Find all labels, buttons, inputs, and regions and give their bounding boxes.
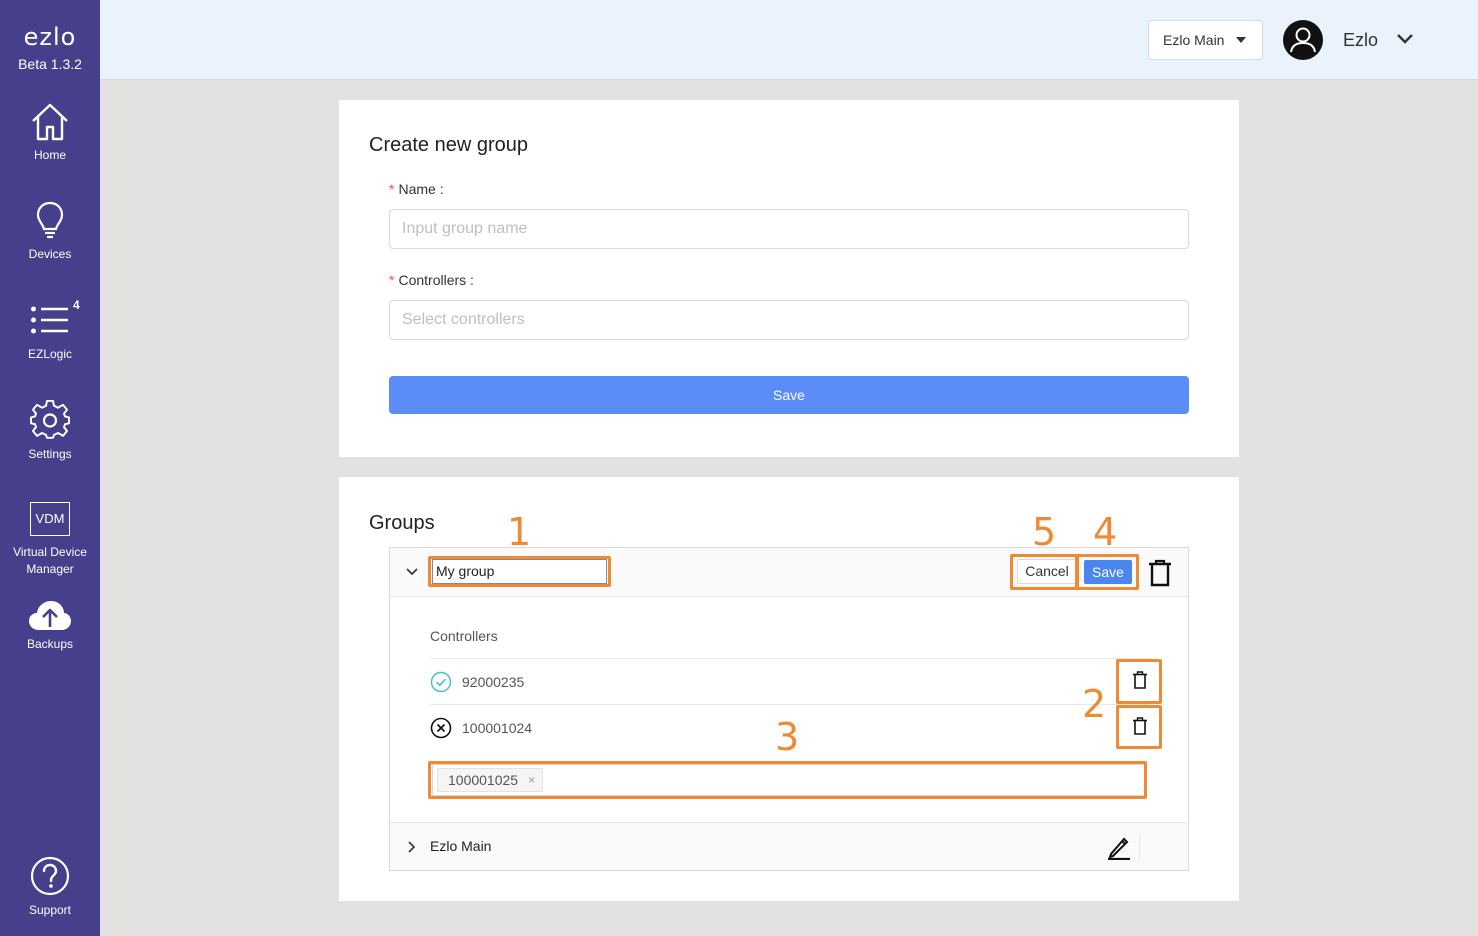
sidebar-item-label: Backups xyxy=(26,637,74,651)
user-name[interactable]: Ezlo xyxy=(1343,30,1378,51)
sidebar-item-label: Settings xyxy=(28,447,72,461)
group-name: Ezlo Main xyxy=(430,838,492,854)
close-circle-icon xyxy=(430,717,452,739)
controller-id: 92000235 xyxy=(462,674,525,690)
controller-select-value: Ezlo Main xyxy=(1163,32,1225,48)
gear-icon xyxy=(30,400,70,439)
controllers-select[interactable]: Select controllers xyxy=(389,300,1189,340)
sidebar-item-backups[interactable]: Backups xyxy=(0,600,100,653)
sidebar-item-label: EZLogic xyxy=(27,347,73,361)
logo: ezlo Beta 1.3.2 xyxy=(0,22,100,72)
user-icon xyxy=(1290,27,1316,53)
sidebar-item-label: Virtual Device Manager xyxy=(13,545,87,576)
chevron-down-icon[interactable] xyxy=(1396,30,1414,50)
row-divider xyxy=(1139,835,1140,859)
edit-icon[interactable] xyxy=(1106,834,1132,860)
annotation-number-1: 1 xyxy=(507,510,532,554)
controllers-section-label: Controllers xyxy=(430,628,498,644)
ezlo-logo: ezlo xyxy=(23,23,77,51)
app-version: Beta 1.3.2 xyxy=(18,56,82,72)
group-name-input[interactable]: Input group name xyxy=(389,209,1189,249)
top-header: Ezlo Main Ezlo xyxy=(100,0,1478,80)
caret-down-icon xyxy=(1236,37,1246,43)
annotation-box-5 xyxy=(1010,554,1078,590)
create-group-title: Create new group xyxy=(369,134,528,156)
groups-title: Groups xyxy=(369,512,435,534)
annotation-box-3 xyxy=(428,761,1147,799)
vdm-icon: VDM xyxy=(30,502,70,536)
name-label: * Name : xyxy=(389,181,444,197)
annotation-box-1 xyxy=(428,556,611,587)
trash-icon[interactable] xyxy=(1147,559,1173,587)
list-icon xyxy=(31,306,68,334)
ezlogic-badge: 4 xyxy=(73,298,80,312)
sidebar-item-label: Devices xyxy=(28,247,72,261)
sidebar-item-vdm[interactable]: VDM Virtual Device Manager xyxy=(0,502,100,578)
controller-select[interactable]: Ezlo Main xyxy=(1148,20,1263,60)
create-group-card: Create new group * Name : Input group nam… xyxy=(339,100,1239,457)
sidebar-item-home[interactable]: Home xyxy=(0,101,100,164)
chevron-down-icon[interactable] xyxy=(406,567,418,577)
annotation-number-4: 4 xyxy=(1093,510,1118,554)
chevron-right-icon[interactable] xyxy=(407,841,417,853)
help-icon xyxy=(30,856,70,896)
home-icon xyxy=(32,103,68,141)
avatar[interactable] xyxy=(1283,20,1323,60)
controller-row: 92000235 xyxy=(430,658,1150,704)
check-circle-icon xyxy=(430,671,452,693)
annotation-number-3: 3 xyxy=(775,715,800,759)
controller-id: 100001024 xyxy=(462,720,533,736)
cloud-upload-icon xyxy=(29,601,71,630)
groups-collapse: My group Cancel Save Controllers 9200023… xyxy=(389,547,1189,871)
sidebar-item-devices[interactable]: Devices xyxy=(0,200,100,263)
annotation-box-4 xyxy=(1076,554,1139,590)
annotation-number-2: 2 xyxy=(1082,682,1107,726)
annotation-box-2b xyxy=(1116,705,1162,749)
sidebar-item-ezlogic[interactable]: 4 EZLogic xyxy=(0,298,100,363)
lightbulb-icon xyxy=(36,201,64,239)
create-group-save-button[interactable]: Save xyxy=(389,376,1189,414)
sidebar-item-label: Support xyxy=(28,903,72,917)
controllers-label: * Controllers : xyxy=(389,272,474,288)
sidebar-item-support[interactable]: Support xyxy=(0,856,100,919)
sidebar-item-label: Home xyxy=(33,148,66,162)
annotation-number-5: 5 xyxy=(1032,510,1057,554)
group-header-ezlo-main[interactable]: Ezlo Main xyxy=(390,822,1188,870)
sidebar-item-settings[interactable]: Settings xyxy=(0,400,100,463)
sidebar: ezlo Beta 1.3.2 Home Devices 4 EZLogic S… xyxy=(0,0,100,936)
annotation-box-2a xyxy=(1116,659,1162,704)
